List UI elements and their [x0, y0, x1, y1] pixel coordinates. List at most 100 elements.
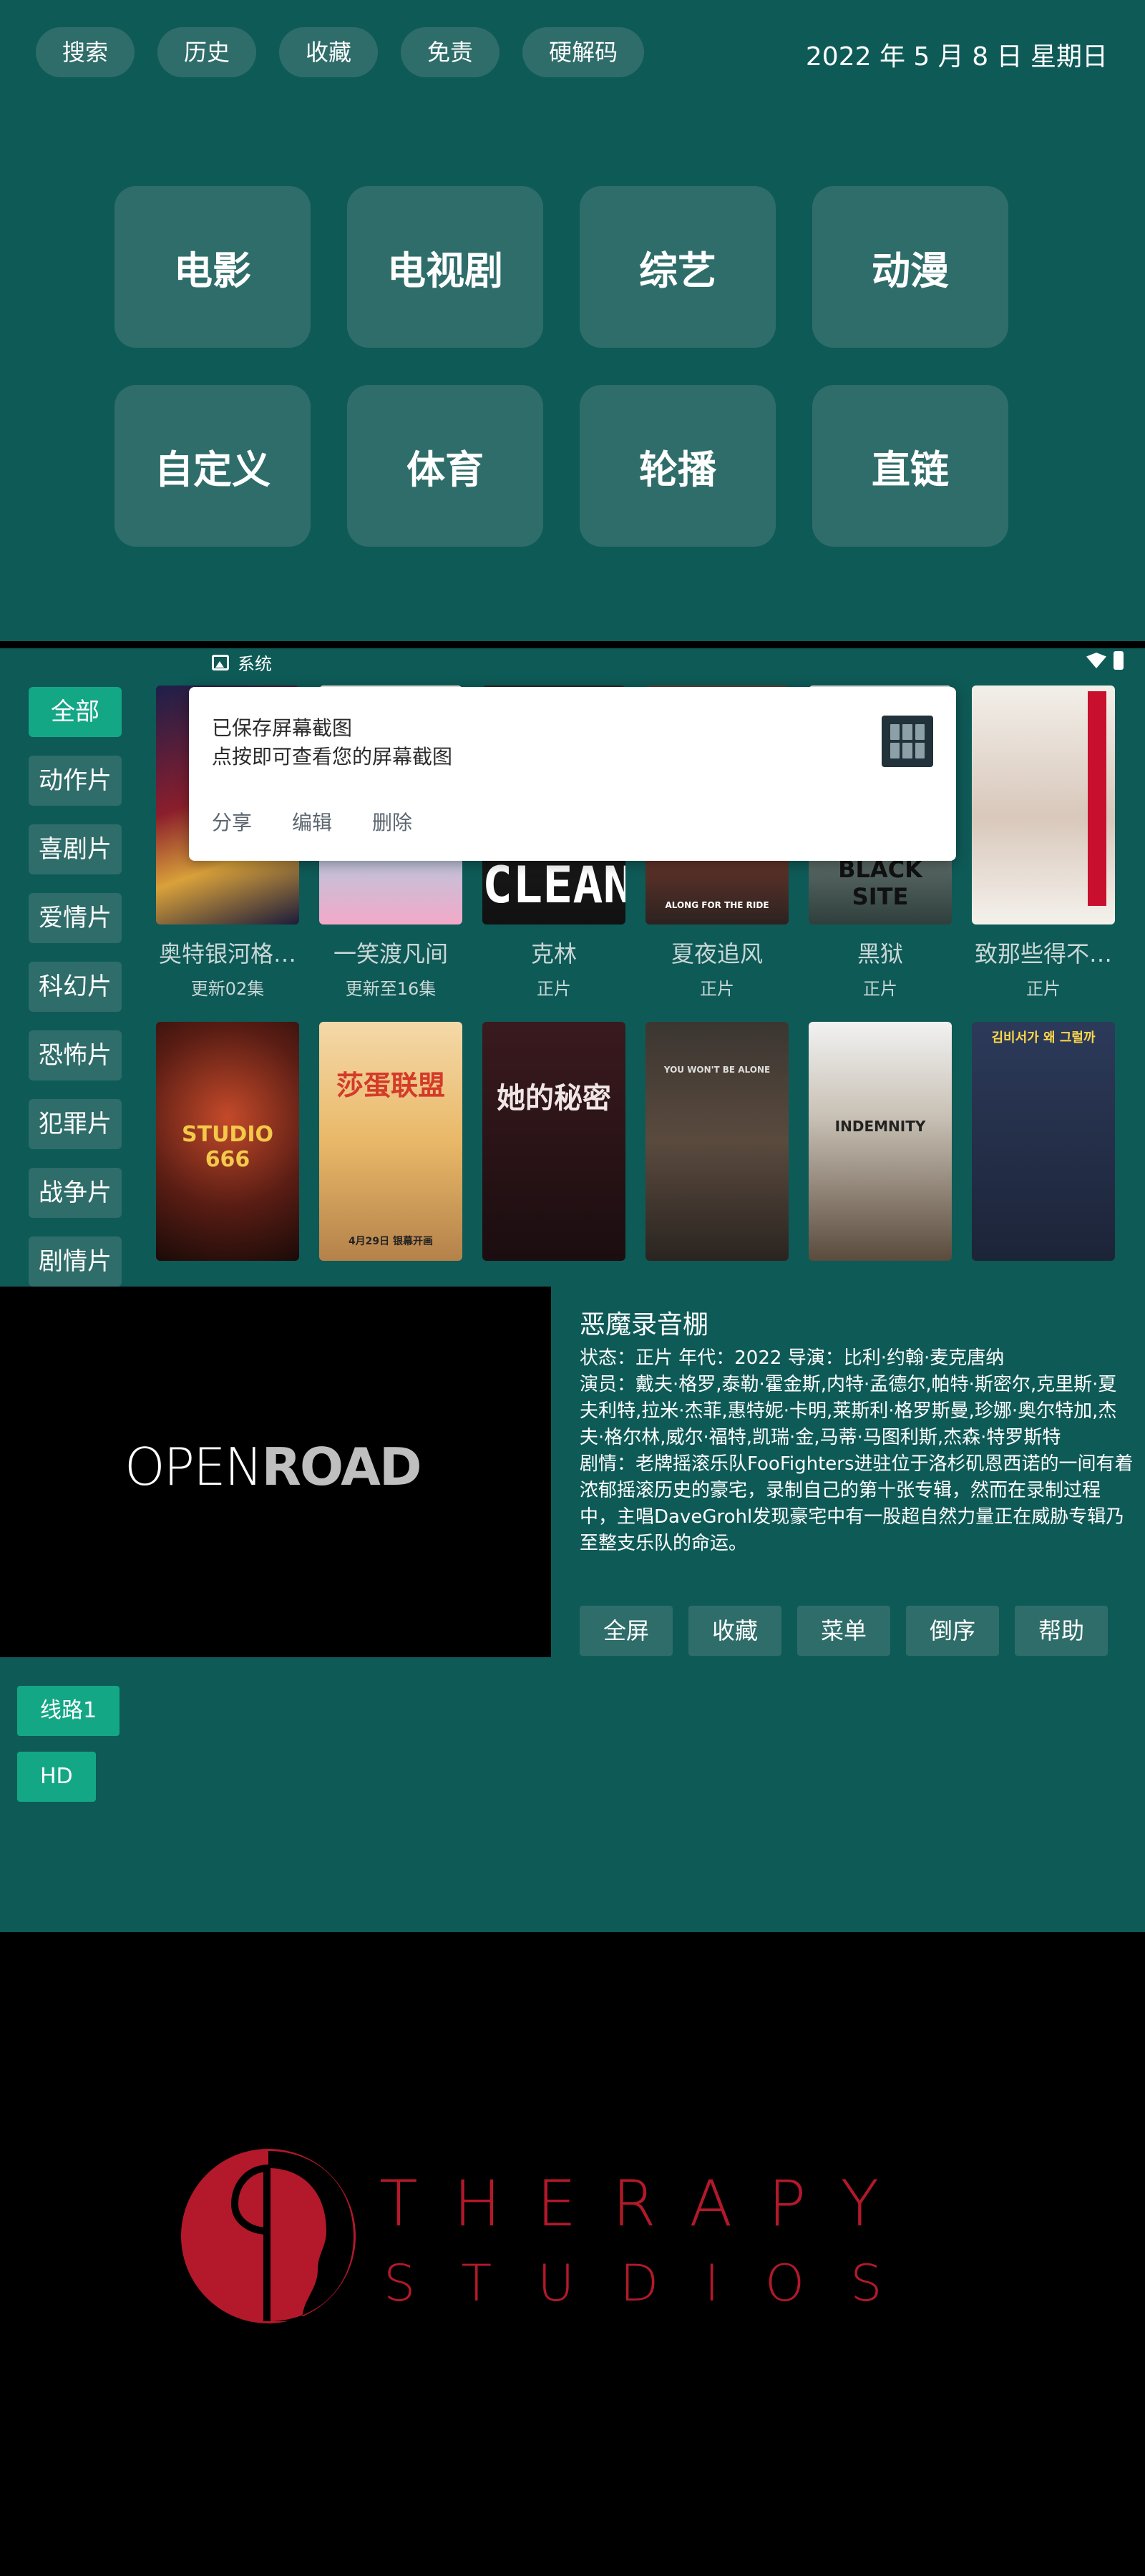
system-status-bar: 系统 [0, 648, 1145, 675]
category-scifi[interactable]: 科幻片 [29, 962, 122, 1012]
poster-caption: ALONG FOR THE RIDE [665, 900, 769, 910]
movie-card[interactable]: YOU WON'T BE ALONE [645, 1022, 789, 1287]
poster-title: INDEMNITY [834, 1118, 926, 1135]
notification-title: 已保存屏幕截图 [212, 716, 353, 740]
video-player[interactable]: OPENROAD [0, 1287, 551, 1657]
studio-logo: OPENROAD [125, 1437, 422, 1497]
movie-card[interactable]: 김비서가 왜 그럴까 [972, 1022, 1115, 1287]
movie-title: 奥特银河格… [158, 940, 296, 967]
tile-tv-series[interactable]: 电视剧 [347, 186, 543, 348]
screenshot-notification[interactable]: 已保存屏幕截图 点按即可查看您的屏幕截图 分享 编辑 删除 [189, 687, 956, 861]
movie-card[interactable]: INDEMNITY [809, 1022, 952, 1287]
status-icons [1086, 651, 1124, 670]
movie-card[interactable]: 致那些得不… 正片 [972, 686, 1115, 1022]
poster-title: 莎蛋联盟 [336, 1070, 445, 1101]
episode-hd-button[interactable]: HD [17, 1752, 96, 1802]
movie-detail-screen: OPENROAD 恶魔录音棚 状态：正片 年代：2022 导演：比利·约翰·麦克… [0, 1287, 1145, 1932]
disclaimer-button[interactable]: 免责 [401, 27, 500, 77]
menu-button[interactable]: 菜单 [797, 1606, 890, 1656]
movie-poster: 김비서가 왜 그럴까 [972, 1022, 1115, 1261]
splash-brand-line1: THERAPY [379, 2167, 915, 2240]
help-button[interactable]: 帮助 [1015, 1606, 1108, 1656]
movie-status: 正片 [537, 979, 571, 999]
splash-brand-line2: STUDIOS [384, 2254, 928, 2313]
fullscreen-button[interactable]: 全屏 [580, 1606, 673, 1656]
movie-poster: YOU WON'T BE ALONE [645, 1022, 789, 1261]
date-display: 2022 年 5 月 8 日 星期日 [805, 42, 1108, 72]
share-button[interactable]: 分享 [212, 807, 252, 836]
source-selector: 线路1 HD [17, 1686, 120, 1802]
movie-status: 更新至16集 [345, 979, 437, 999]
image-icon [212, 654, 229, 670]
movie-poster: 她的秘密 [482, 1022, 625, 1261]
tile-custom[interactable]: 自定义 [114, 385, 311, 547]
movie-card[interactable]: 她的秘密 [482, 1022, 625, 1287]
category-crime[interactable]: 犯罪片 [29, 1099, 122, 1149]
category-war[interactable]: 战争片 [29, 1168, 122, 1218]
movie-poster: STUDIO 666 [156, 1022, 299, 1261]
tile-carousel[interactable]: 轮播 [580, 385, 776, 547]
status-label: 系统 [238, 654, 272, 674]
poster-caption: 4月29日 银幕开画 [348, 1236, 434, 1247]
category-comedy[interactable]: 喜剧片 [29, 824, 122, 874]
hardware-decode-button[interactable]: 硬解码 [522, 27, 645, 77]
movie-title: 一笑渡凡间 [333, 940, 448, 967]
category-horror[interactable]: 恐怖片 [29, 1030, 122, 1080]
history-button[interactable]: 历史 [157, 27, 257, 77]
notification-subtitle: 点按即可查看您的屏幕截图 [212, 745, 453, 769]
poster-title: 김비서가 왜 그럴까 [991, 1030, 1096, 1045]
favorites-button[interactable]: 收藏 [279, 27, 379, 77]
movie-title: 黑狱 [857, 940, 903, 967]
movie-poster: 莎蛋联盟 4月29日 银幕开画 [319, 1022, 462, 1261]
screen-divider [0, 641, 1145, 648]
movie-status: 正片 [700, 979, 734, 999]
movie-card[interactable]: STUDIO 666 [156, 1022, 299, 1287]
movie-status: 正片 [863, 979, 897, 999]
search-button[interactable]: 搜索 [36, 27, 135, 77]
delete-button[interactable]: 删除 [372, 807, 412, 836]
tile-sports[interactable]: 体育 [347, 385, 543, 547]
therapy-logo-icon [181, 2149, 356, 2323]
category-sidebar: 全部 动作片 喜剧片 爱情片 科幻片 恐怖片 犯罪片 战争片 剧情片 [29, 687, 122, 1287]
source-line-button[interactable]: 线路1 [17, 1686, 120, 1736]
wifi-icon [1086, 653, 1106, 668]
category-drama[interactable]: 剧情片 [29, 1236, 122, 1287]
movie-browser-screen: 系统 全部 动作片 喜剧片 爱情片 科幻片 恐怖片 犯罪片 战争片 剧情片 奥特… [0, 648, 1145, 1287]
movie-poster [972, 686, 1115, 924]
detail-info: 状态：正片 年代：2022 导演：比利·约翰·麦克唐纳 演员：戴夫·格罗,泰勒·… [580, 1345, 1134, 1557]
movie-status: 正片 [1026, 979, 1061, 999]
home-tile-grid: 电影 电视剧 综艺 动漫 自定义 体育 轮播 直链 [114, 186, 1008, 547]
category-romance[interactable]: 爱情片 [29, 893, 122, 943]
movie-card[interactable]: 莎蛋联盟 4月29日 银幕开画 [319, 1022, 462, 1287]
status-notification: 系统 [212, 650, 272, 675]
poster-title: STUDIO 666 [182, 1122, 273, 1172]
movie-title: 克林 [530, 940, 577, 967]
category-all[interactable]: 全部 [29, 687, 122, 737]
movie-title: 致那些得不… [974, 940, 1112, 967]
movie-status: 更新02集 [190, 979, 265, 999]
detail-status-line: 状态：正片 年代：2022 导演：比利·约翰·麦克唐纳 [580, 1347, 1005, 1369]
screenshot-thumbnail[interactable] [882, 716, 933, 767]
detail-plot: 剧情：老牌摇滚乐队FooFighters进驻位于洛杉矶恩西诺的一间有着浓郁摇滚历… [580, 1453, 1134, 1554]
reverse-order-button[interactable]: 倒序 [906, 1606, 999, 1656]
tile-anime[interactable]: 动漫 [812, 186, 1008, 348]
detail-title: 恶魔录音棚 [580, 1310, 709, 1340]
tile-direct-link[interactable]: 直链 [812, 385, 1008, 547]
poster-title: CLEAN [482, 856, 625, 914]
tile-movies[interactable]: 电影 [114, 186, 311, 348]
notification-actions: 分享 编辑 删除 [212, 807, 412, 836]
favorite-button[interactable]: 收藏 [688, 1606, 781, 1656]
splash-screen: THERAPY STUDIOS [0, 1932, 1145, 2576]
tile-variety[interactable]: 综艺 [580, 186, 776, 348]
poster-banner [1088, 691, 1106, 906]
poster-title: BLACK SITE [838, 856, 922, 910]
detail-actions: 全屏 收藏 菜单 倒序 帮助 [580, 1606, 1108, 1656]
category-action[interactable]: 动作片 [29, 756, 122, 806]
battery-icon [1114, 651, 1124, 670]
top-nav: 搜索 历史 收藏 免责 硬解码 [36, 27, 645, 77]
detail-cast: 演员：戴夫·格罗,泰勒·霍金斯,内特·孟德尔,帕特·斯密尔,克里斯·夏夫利特,拉… [580, 1374, 1117, 1448]
poster-caption: YOU WON'T BE ALONE [663, 1065, 771, 1075]
home-screen: 搜索 历史 收藏 免责 硬解码 2022 年 5 月 8 日 星期日 电影 电视… [0, 0, 1145, 641]
edit-button[interactable]: 编辑 [292, 807, 332, 836]
movie-title: 夏夜追风 [671, 940, 763, 967]
